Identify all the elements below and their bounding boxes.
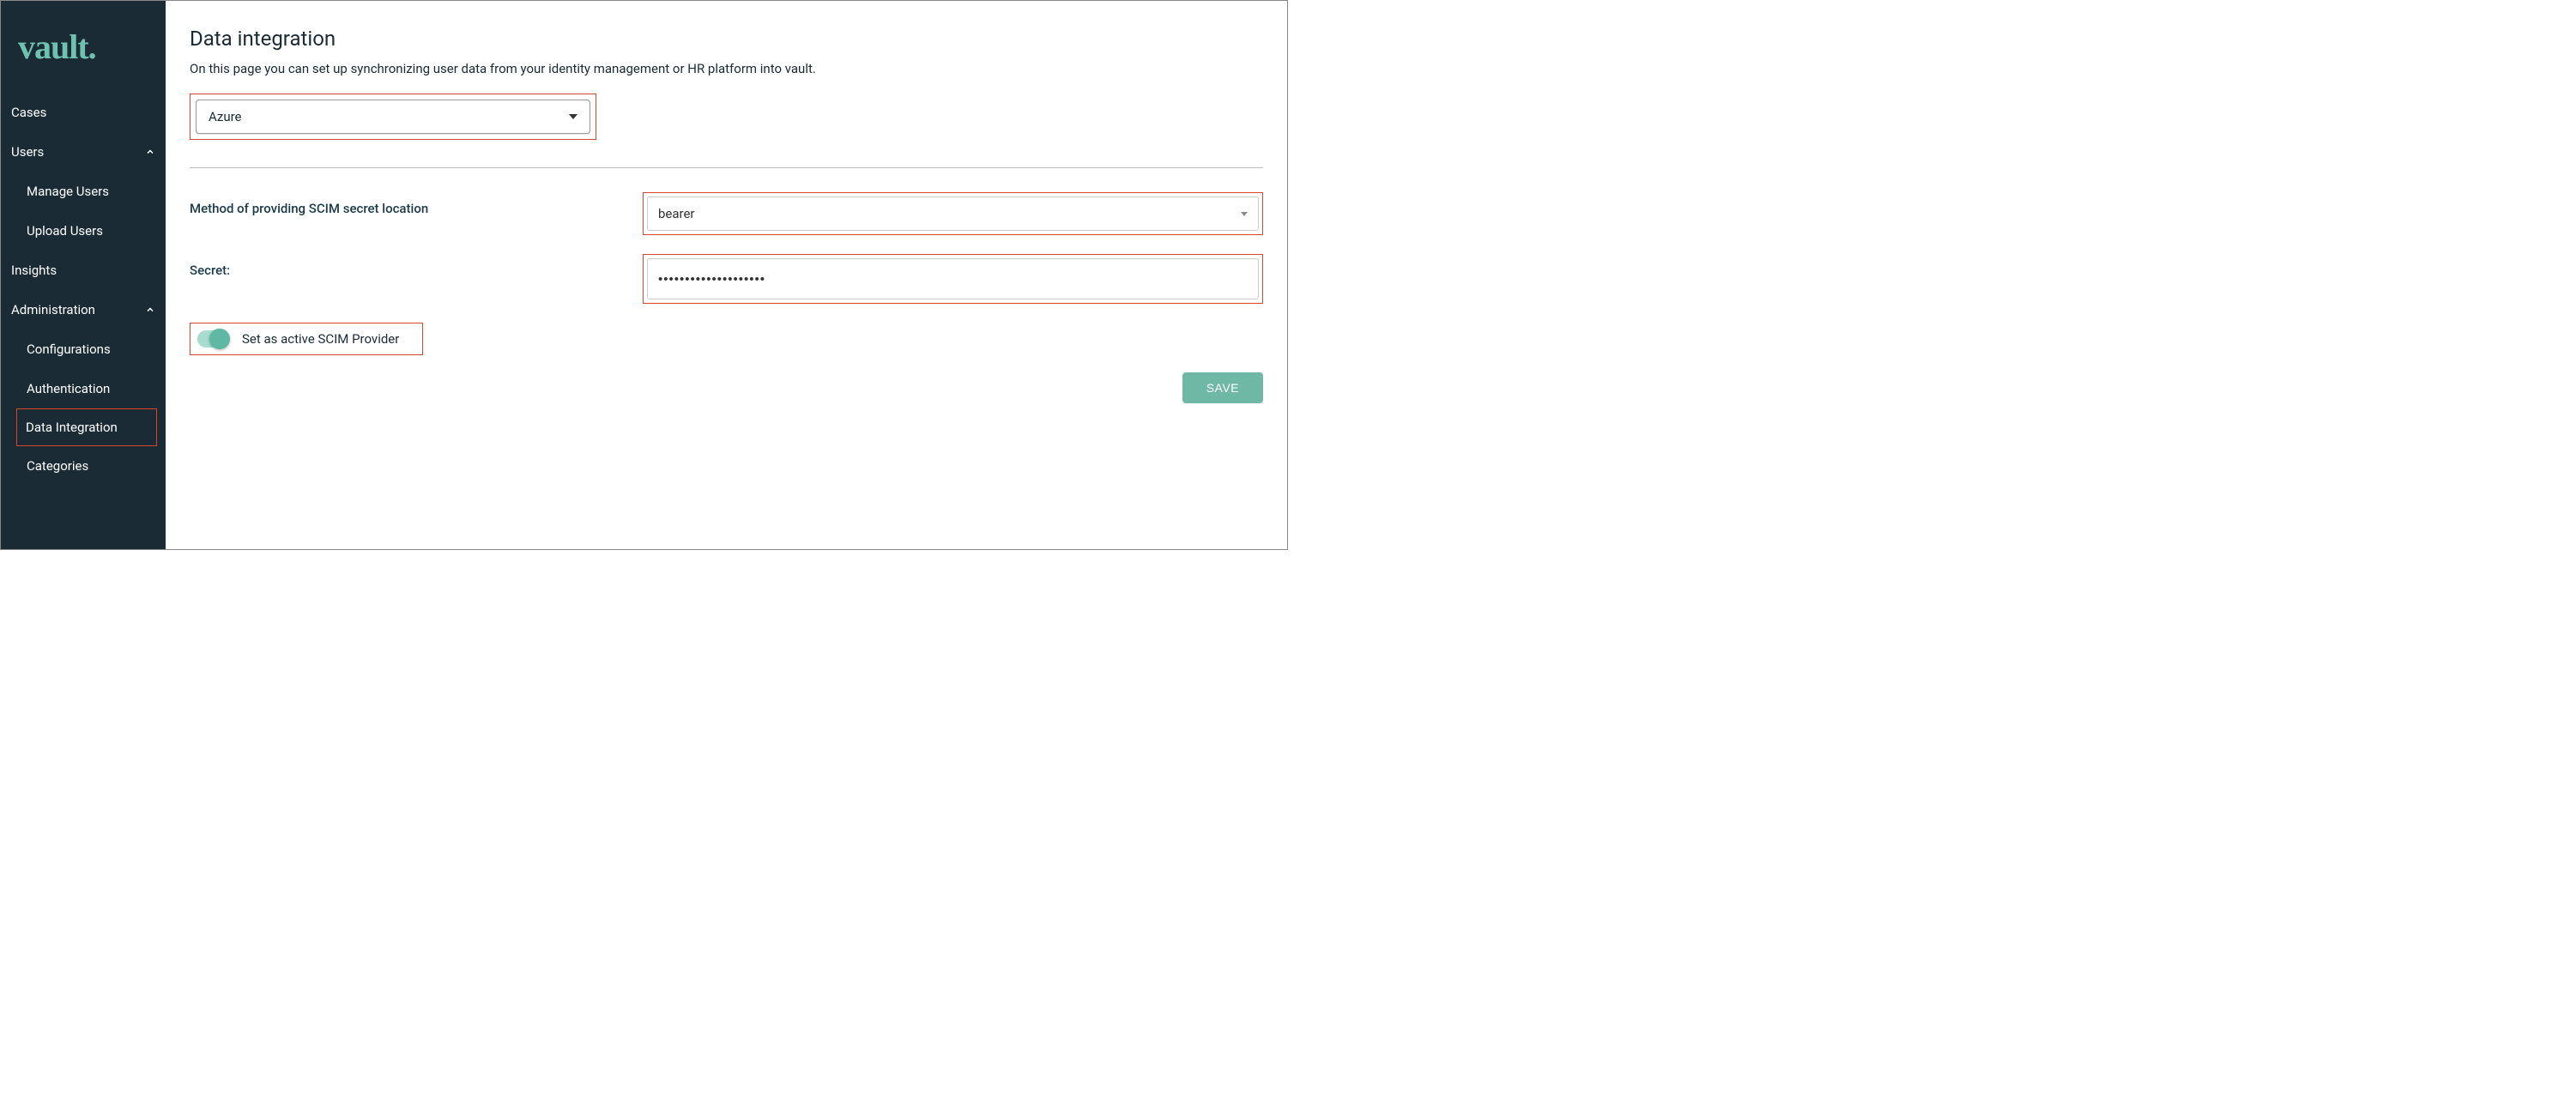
scim-method-label: Method of providing SCIM secret location: [190, 192, 643, 216]
page-description: On this page you can set up synchronizin…: [190, 61, 1263, 76]
secret-highlight: [643, 254, 1263, 304]
active-provider-toggle-row: Set as active SCIM Provider: [190, 323, 423, 355]
scim-method-highlight: bearer: [643, 192, 1263, 235]
sidebar: vault. Cases Users Manage Users Upload U…: [1, 1, 166, 549]
scim-method-row: Method of providing SCIM secret location…: [190, 192, 1263, 235]
nav-data-integration[interactable]: Data Integration: [16, 408, 157, 446]
provider-select[interactable]: Azure: [196, 100, 590, 134]
nav-label: Categories: [27, 458, 88, 474]
caret-down-icon: [569, 114, 577, 119]
provider-select-value: Azure: [209, 109, 241, 124]
nav-manage-users[interactable]: Manage Users: [1, 172, 166, 211]
secret-input[interactable]: [647, 258, 1259, 299]
chevron-up-icon: [145, 147, 155, 157]
chevron-up-icon: [145, 305, 155, 315]
save-button[interactable]: SAVE: [1182, 372, 1263, 403]
nav-label: Upload Users: [27, 223, 103, 239]
main-content: Data integration On this page you can se…: [166, 1, 1287, 549]
nav-authentication[interactable]: Authentication: [1, 369, 166, 408]
active-provider-toggle[interactable]: [197, 330, 230, 348]
brand-logo: vault.: [1, 1, 166, 93]
toggle-knob: [209, 329, 230, 349]
nav-configurations[interactable]: Configurations: [1, 329, 166, 369]
nav-label: Manage Users: [27, 184, 109, 199]
nav-categories[interactable]: Categories: [1, 446, 166, 486]
nav-users[interactable]: Users: [1, 132, 166, 172]
scim-method-value: bearer: [658, 206, 695, 221]
nav-label: Data Integration: [26, 420, 118, 435]
scim-method-select[interactable]: bearer: [647, 196, 1259, 231]
caret-down-icon: [1241, 212, 1248, 216]
nav-label: Cases: [11, 105, 46, 120]
nav-cases[interactable]: Cases: [1, 93, 166, 132]
nav-label: Users: [11, 144, 44, 160]
nav-administration[interactable]: Administration: [1, 290, 166, 329]
secret-row: Secret:: [190, 254, 1263, 304]
nav-label: Administration: [11, 302, 95, 317]
nav-upload-users[interactable]: Upload Users: [1, 211, 166, 251]
nav-label: Configurations: [27, 341, 111, 357]
secret-label: Secret:: [190, 254, 643, 278]
provider-select-highlight: Azure: [190, 94, 596, 140]
nav: Cases Users Manage Users Upload Users In…: [1, 93, 166, 486]
nav-label: Insights: [11, 263, 57, 278]
page-title: Data integration: [190, 27, 1263, 51]
save-row: SAVE: [190, 372, 1263, 403]
nav-insights[interactable]: Insights: [1, 251, 166, 290]
divider: [190, 167, 1263, 168]
nav-label: Authentication: [27, 381, 110, 396]
active-provider-label: Set as active SCIM Provider: [242, 331, 399, 347]
